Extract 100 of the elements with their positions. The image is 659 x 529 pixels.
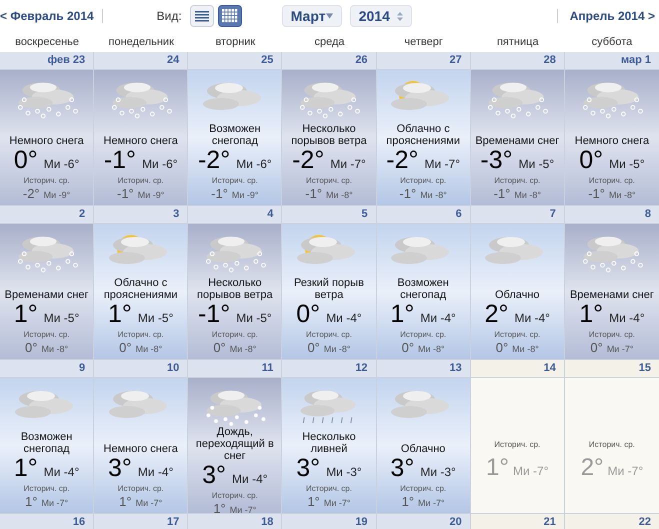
condition-text: Временами снег	[475, 135, 560, 147]
history-high: 0°	[402, 340, 414, 355]
high-temp: 0°	[579, 147, 604, 174]
condition-text: Облачно с прояснениями	[385, 123, 461, 147]
low-temp: Ми -4°	[326, 310, 362, 327]
condition-text: Возможен снегопад	[396, 277, 450, 301]
history-label: Историч. ср.	[588, 175, 635, 186]
weekday-header: среда	[313, 34, 346, 50]
weekday-header: вторник	[214, 34, 256, 50]
date-header: 6	[376, 206, 470, 224]
high-temp: 3°	[390, 455, 414, 482]
history-high: 1°	[307, 494, 320, 509]
date-header: 2	[0, 206, 94, 224]
dropdown-icon	[326, 13, 333, 19]
low-temp: Ми -3°	[326, 464, 362, 481]
history-label: Историч. ср.	[306, 329, 352, 340]
year-select[interactable]: 2014	[350, 5, 412, 27]
low-temp: Ми -4°	[514, 310, 550, 327]
history-low: Ми -8°	[608, 189, 636, 202]
list-icon	[194, 10, 209, 22]
history-label: Историч. ср.	[118, 175, 164, 186]
history-low: Ми -8°	[41, 343, 68, 356]
high-temp: 3°	[296, 455, 320, 482]
history-low: Ми -9°	[44, 189, 70, 202]
history-label: Историч. ср.	[400, 483, 446, 494]
history-label: Историч. ср.	[24, 329, 70, 340]
high-temp: -2°	[198, 147, 230, 174]
low-temp: Ми -5°	[236, 310, 272, 327]
history-low: Ми -8°	[512, 343, 539, 356]
history-low: Ми -8°	[418, 343, 445, 356]
condition-text: Несколько порывов ветра	[196, 277, 274, 301]
weekday-header: пятница	[496, 34, 540, 50]
view-toggle[interactable]	[218, 5, 242, 27]
date-header: 8	[564, 206, 659, 224]
history-low: Ми -7°	[136, 497, 162, 510]
date-header: 21	[470, 514, 564, 529]
date-header: 16	[0, 514, 94, 529]
history-high: 0°	[307, 340, 320, 355]
low-temp: Ми -4°	[44, 464, 80, 481]
history-label: Историч. ср.	[494, 439, 540, 450]
date-header: 27	[376, 52, 470, 70]
weekday-header: четверг	[403, 34, 444, 50]
date-header: 24	[94, 52, 188, 70]
history-low: Ми -8°	[136, 343, 162, 356]
low-temp: Ми -4°	[420, 310, 456, 327]
history-high: -1°	[588, 186, 605, 201]
low-temp: Ми -3°	[420, 464, 456, 481]
history-label: Историч. ср.	[494, 175, 540, 186]
date-header: фев 23	[0, 52, 94, 70]
history-high: -1°	[211, 186, 228, 201]
history-label: Историч. ср.	[118, 329, 164, 340]
date-header: 4	[188, 206, 282, 224]
date-header: 9	[0, 360, 94, 378]
condition-text: Немного снега	[9, 135, 84, 147]
history-low: Ми -8°	[420, 189, 447, 202]
high-temp: 3°	[202, 462, 226, 489]
month-select[interactable]: Март	[282, 5, 342, 27]
condition-text: Несколько порывов ветра	[290, 123, 368, 147]
history-high: 1°	[486, 453, 509, 483]
high-temp: -2°	[292, 147, 324, 174]
history-low: Ми -9°	[232, 189, 259, 202]
history-low: Ми -7°	[230, 504, 256, 517]
date-header: 18	[188, 514, 282, 529]
history-high: -2°	[22, 186, 40, 201]
high-temp: 1°	[14, 301, 38, 328]
low-temp: Ми -5°	[44, 310, 80, 327]
weekday-header: суббота	[590, 34, 634, 50]
high-temp: -3°	[480, 147, 513, 174]
history-high: 0°	[213, 340, 226, 355]
history-high: 0°	[25, 340, 38, 355]
low-temp: Ми -5°	[138, 310, 174, 327]
condition-text: Немного снега	[574, 135, 650, 147]
condition-text: Возможен снегопад	[20, 431, 74, 455]
history-label: Историч. ср.	[400, 175, 446, 186]
history-low: Ми -7°	[324, 497, 351, 510]
history-high: -1°	[117, 186, 134, 201]
history-low: Ми -7°	[606, 343, 634, 356]
history-label: Историч. ср.	[588, 439, 635, 450]
history-low: Ми -8°	[230, 343, 256, 356]
date-header: мар 1	[564, 52, 659, 70]
history-label: Историч. ср.	[212, 329, 258, 340]
history-high: 0°	[119, 340, 132, 355]
history-label: Историч. ср.	[212, 490, 258, 501]
history-low: Ми -7°	[41, 497, 68, 510]
history-high: 1°	[25, 494, 38, 509]
date-header: 3	[94, 206, 188, 224]
date-header: 28	[470, 52, 564, 70]
history-low: Ми -9°	[138, 189, 164, 202]
history-low: Ми -7°	[418, 497, 445, 510]
weekday-header: воскресенье	[14, 34, 80, 50]
history-label: Историч. ср.	[306, 483, 352, 494]
high-temp: -1°	[104, 147, 136, 174]
history-label: Историч. ср.	[24, 483, 70, 494]
history-high: 2°	[580, 453, 604, 483]
previous-month-link[interactable]: < Февраль 2014	[0, 7, 102, 25]
grid-icon	[222, 9, 238, 23]
history-high: 1°	[402, 494, 414, 509]
next-month-link[interactable]: Апрель 2014 >	[558, 7, 659, 25]
date-header: 12	[282, 360, 376, 378]
condition-text: Временами снег	[570, 289, 654, 301]
